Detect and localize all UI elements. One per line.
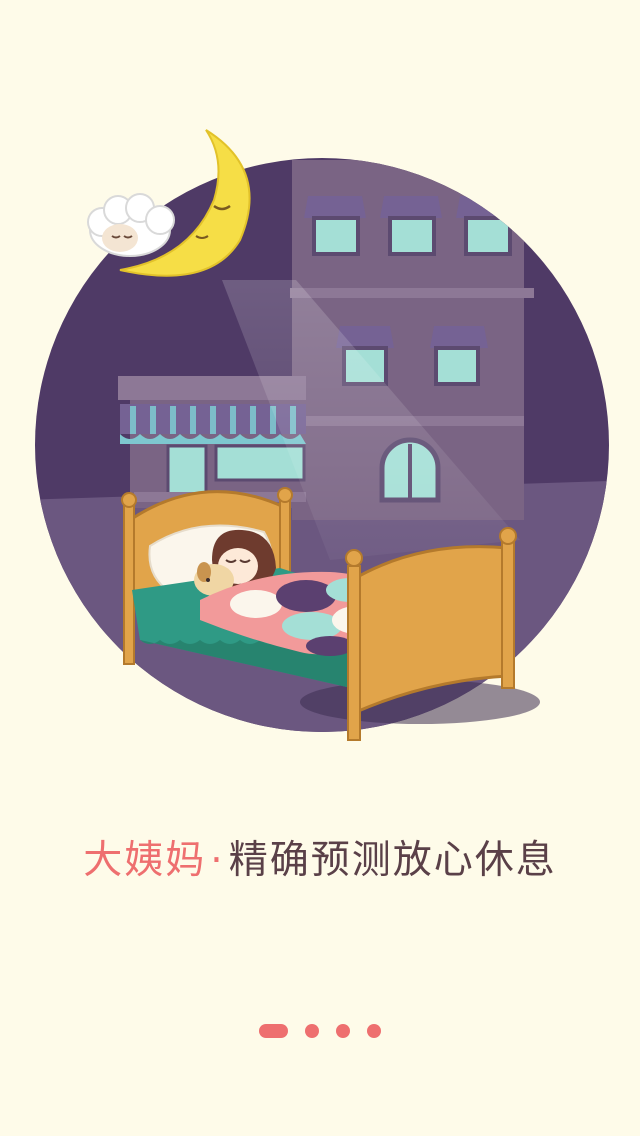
slogan-text: 精确预测放心休息 [228, 838, 557, 883]
page-dot-2[interactable] [305, 1024, 319, 1038]
window [380, 196, 442, 256]
window [456, 196, 518, 256]
night-sleep-illustration [35, 129, 609, 741]
tagline-separator: · [210, 838, 225, 883]
page-dot-3[interactable] [336, 1024, 350, 1038]
window [304, 196, 366, 256]
page-dot-1[interactable] [259, 1024, 288, 1038]
page-dot-4[interactable] [367, 1024, 381, 1038]
shop-door [166, 444, 208, 496]
sleeping-sheep [87, 193, 175, 257]
onboarding-screen: 大姨妈 · 精确预测放心休息 [0, 0, 640, 1136]
brand-name: 大姨妈 [83, 838, 207, 883]
onboarding-tagline: 大姨妈 · 精确预测放心休息 [0, 833, 640, 889]
page-indicator [0, 1022, 640, 1040]
window [430, 326, 488, 386]
